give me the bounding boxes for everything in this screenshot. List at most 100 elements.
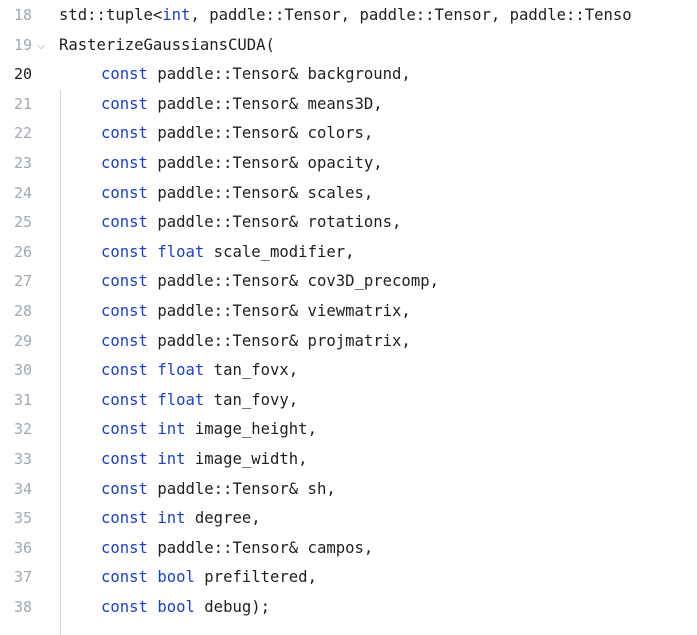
keyword-token: const xyxy=(101,361,148,380)
keyword-token: bool xyxy=(157,568,195,587)
code-token: , paddle::Tensor, paddle::Tensor, paddle… xyxy=(190,6,632,24)
keyword-token: const xyxy=(101,272,148,291)
keyword-token: int xyxy=(157,420,186,439)
keyword-token: float xyxy=(157,361,205,380)
keyword-token: const xyxy=(101,242,148,261)
code-line[interactable]: 38 const bool debug); xyxy=(0,593,697,623)
code-line[interactable]: 28 const paddle::Tensor& viewmatrix, xyxy=(0,297,697,327)
line-number: 22 xyxy=(13,124,32,143)
keyword-token: bool xyxy=(157,598,195,616)
code-token: paddle::Tensor& sh, xyxy=(147,479,336,498)
keyword-token: const xyxy=(101,124,148,143)
code-text: const int image_height, xyxy=(101,415,317,445)
code-token: paddle::Tensor& opacity, xyxy=(147,154,383,172)
keyword-token: float xyxy=(157,390,205,409)
code-line[interactable]: 23 const paddle::Tensor& opacity, xyxy=(0,149,697,179)
line-number: 36 xyxy=(13,538,32,557)
code-text: const paddle::Tensor& campos, xyxy=(101,534,373,564)
code-token: RasterizeGaussiansCUDA( xyxy=(59,35,275,54)
line-number: 25 xyxy=(13,213,32,232)
code-text: const paddle::Tensor& cov3D_precomp, xyxy=(101,267,439,297)
code-token: paddle::Tensor& background, xyxy=(147,65,411,84)
line-number: 33 xyxy=(13,450,32,468)
code-token: paddle::Tensor& projmatrix, xyxy=(147,331,411,350)
code-line[interactable]: 20 const paddle::Tensor& background, xyxy=(0,60,697,90)
code-text: std::tuple<int, paddle::Tensor, paddle::… xyxy=(59,1,632,31)
line-number: 18 xyxy=(13,6,32,24)
code-token: degree, xyxy=(185,509,261,528)
code-line[interactable]: 31 const float tan_fovy, xyxy=(0,386,697,416)
code-token: paddle::Tensor& viewmatrix, xyxy=(147,302,411,320)
keyword-token: const xyxy=(101,568,148,587)
code-token: tan_fovy, xyxy=(204,390,299,409)
keyword-token: const xyxy=(101,479,148,498)
keyword-token: int xyxy=(157,509,186,528)
code-line[interactable]: 22 const paddle::Tensor& colors, xyxy=(0,119,697,149)
code-text: const bool prefiltered, xyxy=(101,563,317,593)
line-number: 27 xyxy=(13,272,32,291)
code-editor[interactable]: 18 std::tuple<int, paddle::Tensor, paddle… xyxy=(0,0,697,635)
code-text: const paddle::Tensor& means3D, xyxy=(101,90,383,120)
code-text: const paddle::Tensor& sh, xyxy=(101,475,336,505)
code-text: const paddle::Tensor& projmatrix, xyxy=(101,327,411,357)
keyword-token: const xyxy=(101,302,148,320)
code-token: paddle::Tensor& scales, xyxy=(147,183,374,202)
code-line[interactable]: 37 const bool prefiltered, xyxy=(0,563,697,593)
code-token: tan_fovx, xyxy=(204,361,299,380)
keyword-token: const xyxy=(101,154,148,172)
line-number: 37 xyxy=(13,568,32,587)
code-line[interactable]: 32 const int image_height, xyxy=(0,415,697,445)
keyword-token: const xyxy=(101,183,148,202)
code-text: const paddle::Tensor& opacity, xyxy=(101,149,383,179)
code-text: const int degree, xyxy=(101,504,261,534)
code-line[interactable]: 18 std::tuple<int, paddle::Tensor, paddle… xyxy=(0,1,697,31)
keyword-token: const xyxy=(101,390,148,409)
line-number: 34 xyxy=(13,479,32,498)
line-number: 20 xyxy=(13,65,32,84)
code-token: scale_modifier, xyxy=(204,242,355,261)
line-number: 31 xyxy=(13,390,32,409)
code-token: paddle::Tensor& colors, xyxy=(147,124,374,143)
line-number: 28 xyxy=(13,302,32,320)
line-number: 29 xyxy=(13,331,32,350)
code-token: image_height, xyxy=(185,420,317,439)
code-line[interactable]: 33 const int image_width, xyxy=(0,445,697,475)
code-token: paddle::Tensor& means3D, xyxy=(147,94,383,113)
line-number: 38 xyxy=(13,598,32,616)
code-text: const float tan_fovy, xyxy=(101,386,298,416)
code-token: paddle::Tensor& rotations, xyxy=(147,213,402,232)
code-text: const paddle::Tensor& viewmatrix, xyxy=(101,297,411,327)
code-token: debug); xyxy=(194,598,271,616)
keyword-token: int xyxy=(162,6,191,24)
code-text: const bool debug); xyxy=(101,593,270,623)
keyword-token: const xyxy=(101,65,148,84)
code-text: const paddle::Tensor& background, xyxy=(101,60,411,90)
code-line[interactable]: 26 const float scale_modifier, xyxy=(0,238,697,268)
code-line[interactable]: 30 const float tan_fovx, xyxy=(0,356,697,386)
code-line[interactable]: 24 const paddle::Tensor& scales, xyxy=(0,179,697,209)
fold-chevron-icon[interactable]: ⌵ xyxy=(34,31,48,61)
code-line[interactable]: 25 const paddle::Tensor& rotations, xyxy=(0,208,697,238)
keyword-token: const xyxy=(101,420,148,439)
line-number: 24 xyxy=(13,183,32,202)
code-line[interactable]: 19 ⌵ RasterizeGaussiansCUDA( xyxy=(0,31,697,61)
line-number: 30 xyxy=(13,361,32,380)
keyword-token: const xyxy=(101,450,148,468)
keyword-token: const xyxy=(101,598,148,616)
line-number: 23 xyxy=(13,154,32,172)
code-line[interactable]: 29 const paddle::Tensor& projmatrix, xyxy=(0,327,697,357)
keyword-token: const xyxy=(101,94,148,113)
keyword-token: const xyxy=(101,213,148,232)
code-line[interactable]: 36 const paddle::Tensor& campos, xyxy=(0,534,697,564)
code-line[interactable]: 34 const paddle::Tensor& sh, xyxy=(0,475,697,505)
code-text: const int image_width, xyxy=(101,445,308,475)
code-line[interactable]: 27 const paddle::Tensor& cov3D_precomp, xyxy=(0,267,697,297)
code-line[interactable]: 21 const paddle::Tensor& means3D, xyxy=(0,90,697,120)
code-line[interactable]: 35 const int degree, xyxy=(0,504,697,534)
